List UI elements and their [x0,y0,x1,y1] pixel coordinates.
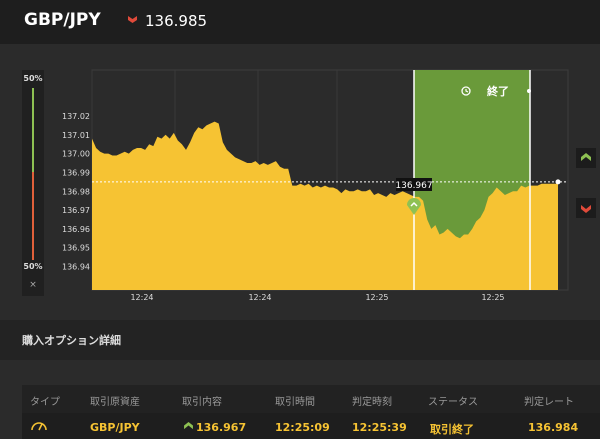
y-tick-label: 137.00 [62,150,90,159]
column-content: 取引内容 [182,397,222,408]
column-type: タイプ [30,397,60,408]
x-tick-label: 12:24 [248,293,271,302]
put-button[interactable] [576,198,596,218]
current-rate-dot [555,179,561,185]
y-tick-label: 136.95 [62,244,90,253]
row-content: 136.967 [196,421,247,434]
column-trade-time: 取引時間 [275,397,315,408]
y-tick-label: 136.94 [62,263,90,272]
x-tick-label: 12:25 [365,293,388,302]
column-result-rate: 判定レート [524,397,574,408]
chevron-up-icon [184,422,193,430]
y-tick-label: 136.96 [62,225,90,234]
call-button[interactable] [576,148,596,168]
y-tick-label: 136.97 [62,206,90,215]
y-tick-label: 137.01 [62,131,90,140]
y-tick-label: 136.98 [62,187,90,196]
chevron-up-icon [581,153,591,161]
expiry-label: 終了 [487,84,509,98]
x-tick-label: 12:24 [130,293,153,302]
y-tick-label: 136.99 [62,168,90,177]
details-table-header: タイプ 取引原資産 取引内容 取引時間 判定時刻 ステータス 判定レート [22,385,600,413]
details-title: 購入オプション詳細 [22,334,121,347]
column-asset: 取引原資産 [90,397,140,408]
entry-rate-label: 136.967 [395,181,432,191]
row-asset: GBP/JPY [90,421,140,434]
row-result-rate: 136.984 [528,421,579,434]
price-chart: 終了 136.967 137.02 137.01 137.00 136.99 136.98 1… [62,69,569,302]
gauge-icon [31,422,47,431]
row-expiry-time: 12:25:39 [352,421,407,434]
column-status: ステータス [428,397,478,408]
details-header: 購入オプション詳細 [0,320,600,360]
row-status: 取引終了 [430,423,474,436]
x-tick-label: 12:25 [481,293,504,302]
column-expiry-time: 判定時刻 [352,397,392,408]
y-tick-label: 137.02 [62,112,90,121]
expiry-dot [527,89,531,93]
table-row[interactable]: GBP/JPY 136.967 12:25:09 12:25:39 取引終了 1… [22,413,600,439]
chevron-down-icon [581,205,591,213]
row-trade-time: 12:25:09 [275,421,330,434]
